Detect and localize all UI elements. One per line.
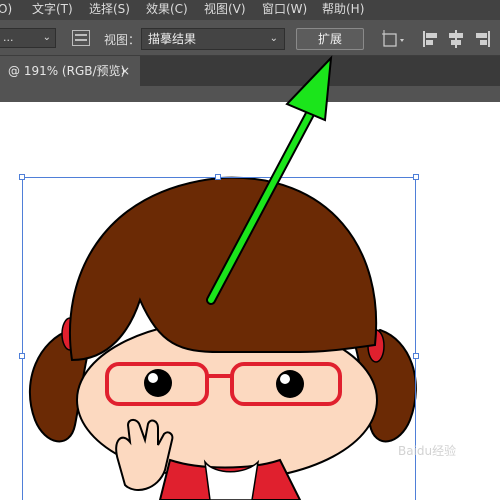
artboard-canvas[interactable]	[0, 102, 500, 500]
selection-bounding-box[interactable]	[22, 177, 416, 500]
view-select[interactable]: 描摹结果 ⌄	[141, 28, 285, 50]
control-bar: ... ⌄ 视图： 描摹结果 ⌄ 扩展	[0, 20, 500, 56]
document-tab-title: @ 191% (RGB/预览)	[8, 64, 126, 78]
menu-item-object[interactable]: O)	[0, 2, 12, 16]
trace-panel-icon[interactable]	[72, 30, 90, 46]
chevron-down-icon: ⌄	[269, 33, 278, 44]
menu-item-help[interactable]: 帮助(H)	[322, 2, 364, 16]
menu-item-effect[interactable]: 效果(C)	[146, 2, 188, 16]
preset-value: ...	[3, 31, 14, 44]
ruler-strip	[0, 86, 500, 102]
selection-handle-top-left[interactable]	[19, 174, 25, 180]
selection-handle-top-center[interactable]	[215, 174, 221, 180]
view-select-value: 描摹结果	[148, 32, 197, 46]
transform-icon[interactable]	[382, 30, 410, 48]
menu-item-window[interactable]: 窗口(W)	[262, 2, 307, 16]
view-label: 视图：	[104, 33, 141, 47]
document-tab-bar: @ 191% (RGB/预览) ×	[0, 56, 500, 86]
preset-select[interactable]: ... ⌄	[0, 28, 56, 48]
document-tab[interactable]: @ 191% (RGB/预览) ×	[0, 56, 140, 86]
selection-handle-middle-right[interactable]	[413, 353, 419, 359]
selection-handle-top-right[interactable]	[413, 174, 419, 180]
menu-item-view[interactable]: 视图(V)	[204, 2, 246, 16]
expand-button[interactable]: 扩展	[296, 28, 364, 50]
chevron-down-icon: ⌄	[42, 32, 51, 43]
align-right-icon[interactable]	[473, 30, 491, 48]
align-center-icon[interactable]	[447, 30, 465, 48]
align-left-icon[interactable]	[422, 30, 440, 48]
menu-bar: O) 文字(T) 选择(S) 效果(C) 视图(V) 窗口(W) 帮助(H)	[0, 0, 500, 20]
menu-item-type[interactable]: 文字(T)	[32, 2, 73, 16]
close-icon[interactable]: ×	[120, 56, 130, 86]
menu-item-select[interactable]: 选择(S)	[89, 2, 130, 16]
watermark: Baidu经验	[398, 444, 457, 458]
selection-handle-middle-left[interactable]	[19, 353, 25, 359]
